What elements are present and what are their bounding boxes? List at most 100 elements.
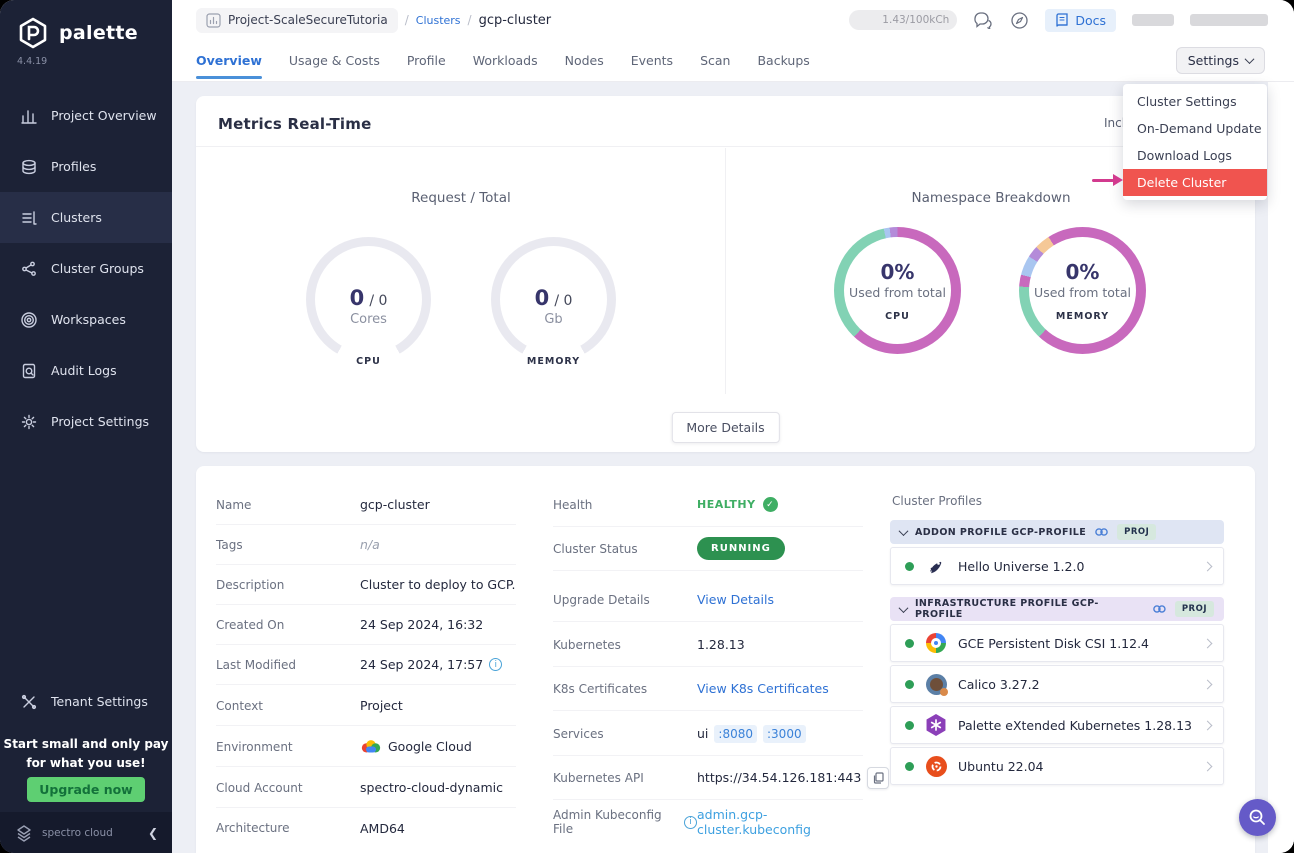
detail-label: Upgrade Details xyxy=(553,593,697,607)
tab-nodes[interactable]: Nodes xyxy=(565,42,604,79)
metrics-title: Metrics Real-Time xyxy=(196,96,1255,133)
detail-value: 24 Sep 2024, 17:57 xyxy=(360,657,483,672)
menu-item-download-logs[interactable]: Download Logs xyxy=(1123,142,1267,169)
tab-backups[interactable]: Backups xyxy=(757,42,809,79)
pxk-icon xyxy=(925,714,947,736)
tab-workloads[interactable]: Workloads xyxy=(473,42,538,79)
running-status-badge: RUNNING xyxy=(697,537,785,560)
pack-name: GCE Persistent Disk CSI 1.12.4 xyxy=(958,636,1193,651)
user-avatar-redacted[interactable] xyxy=(1132,14,1174,26)
detail-label: Kubernetes xyxy=(553,638,697,652)
chevron-right-icon xyxy=(1203,561,1213,571)
detail-label: Services xyxy=(553,727,697,741)
chevron-down-icon xyxy=(899,526,909,536)
sidebar-item-workspaces[interactable]: Workspaces xyxy=(0,294,172,345)
memory-donut-caption: MEMORY xyxy=(1056,311,1109,322)
sidebar-item-cluster-groups[interactable]: Cluster Groups xyxy=(0,243,172,294)
detail-label: Name xyxy=(216,498,360,512)
copy-icon[interactable] xyxy=(867,767,889,789)
explore-compass-icon[interactable] xyxy=(1009,10,1029,30)
workspaces-icon xyxy=(20,311,38,329)
google-cloud-icon xyxy=(360,739,382,754)
link-icon[interactable] xyxy=(1152,604,1167,614)
memory-used-label: Used from total xyxy=(1034,285,1131,300)
more-details-button[interactable]: More Details xyxy=(671,412,779,443)
docs-label: Docs xyxy=(1075,13,1106,28)
infrastructure-profile-header[interactable]: INFRASTRUCTURE PROFILE GCP-PROFILE PROJ xyxy=(890,597,1224,621)
tab-events[interactable]: Events xyxy=(631,42,673,79)
chat-icon[interactable] xyxy=(973,10,993,30)
pack-row-ubuntu[interactable]: Ubuntu 22.04 xyxy=(890,747,1224,785)
detail-value: Cluster to deploy to GCP. xyxy=(360,577,515,592)
link-icon[interactable] xyxy=(1094,527,1109,537)
detail-label: Admin Kubeconfig File xyxy=(553,808,679,836)
breadcrumb-clusters-link[interactable]: Clusters xyxy=(416,14,461,27)
tab-profile[interactable]: Profile xyxy=(407,42,446,79)
memory-request-total: / 0 xyxy=(554,293,572,309)
pack-row-palette-extended-kubernetes[interactable]: Palette eXtended Kubernetes 1.28.13 xyxy=(890,706,1224,744)
pack-row-hello-universe[interactable]: Hello Universe 1.2.0 xyxy=(890,547,1224,585)
view-k8s-certificates-link[interactable]: View K8s Certificates xyxy=(697,681,829,696)
sidebar-item-project-overview[interactable]: Project Overview xyxy=(0,90,172,141)
namespace-memory-donut: 0% Used from total MEMORY xyxy=(1019,227,1146,354)
sidebar-item-label: Cluster Groups xyxy=(51,261,144,276)
promo-line2: for what you use! xyxy=(0,754,172,773)
annotation-arrow xyxy=(1092,174,1123,186)
detail-row-name: Name gcp-cluster xyxy=(216,485,516,525)
status-row-kubernetes: Kubernetes 1.28.13 xyxy=(553,623,863,667)
info-icon[interactable]: i xyxy=(489,658,502,671)
settings-dropdown-button[interactable]: Settings xyxy=(1176,47,1265,74)
detail-row-description: Description Cluster to deploy to GCP. xyxy=(216,565,516,605)
detail-value: AMD64 xyxy=(360,821,405,836)
tab-scan[interactable]: Scan xyxy=(700,42,730,79)
cpu-donut-caption: CPU xyxy=(885,311,910,322)
detail-value: n/a xyxy=(360,537,380,552)
help-search-fab[interactable] xyxy=(1239,799,1276,836)
sidebar-item-audit-logs[interactable]: Audit Logs xyxy=(0,345,172,396)
sidebar-item-profiles[interactable]: Profiles xyxy=(0,141,172,192)
view-details-link[interactable]: View Details xyxy=(697,592,774,607)
menu-item-cluster-settings[interactable]: Cluster Settings xyxy=(1123,88,1267,115)
scope-badge: PROJ xyxy=(1175,601,1214,617)
cluster-profiles-title: Cluster Profiles xyxy=(892,494,1224,508)
pack-status-dot xyxy=(905,721,914,730)
addon-profile-header[interactable]: ADDON PROFILE GCP-PROFILE PROJ xyxy=(890,520,1224,544)
pack-row-gce-disk-csi[interactable]: GCE Persistent Disk CSI 1.12.4 xyxy=(890,624,1224,662)
sidebar-item-tenant-settings[interactable]: Tenant Settings xyxy=(0,676,172,727)
upgrade-now-button[interactable]: Upgrade now xyxy=(27,777,145,802)
docs-button[interactable]: Docs xyxy=(1045,9,1116,32)
namespace-breakdown-title: Namespace Breakdown xyxy=(836,190,1146,206)
kubeconfig-download-link[interactable]: admin.gcp-cluster.kubeconfig xyxy=(697,807,863,837)
upgrade-promo: Start small and only pay for what you us… xyxy=(0,735,172,772)
service-port-link[interactable]: :3000 xyxy=(763,725,806,743)
detail-label: Cluster Status xyxy=(553,542,697,556)
pack-name: Calico 3.27.2 xyxy=(958,677,1193,692)
detail-label: K8s Certificates xyxy=(553,682,697,696)
service-port-link[interactable]: :8080 xyxy=(714,725,757,743)
info-icon[interactable]: i xyxy=(684,816,697,829)
breadcrumb-project-pill[interactable]: Project-ScaleSecureTutoria xyxy=(196,8,398,33)
menu-item-on-demand-update[interactable]: On-Demand Update xyxy=(1123,115,1267,142)
detail-row-last-modified: Last Modified 24 Sep 2024, 17:57i xyxy=(216,645,516,685)
magnifier-smile-icon xyxy=(1248,808,1267,827)
status-row-admin-kubeconfig: Admin Kubeconfig File i admin.gcp-cluste… xyxy=(553,800,863,844)
sidebar-nav: Project Overview Profiles Clusters Clust… xyxy=(0,90,172,447)
sidebar-item-clusters[interactable]: Clusters xyxy=(0,192,172,243)
chevron-right-icon xyxy=(1203,638,1213,648)
detail-row-environment: Environment Google Cloud xyxy=(216,727,516,767)
sidebar-item-project-settings[interactable]: Project Settings xyxy=(0,396,172,447)
cpu-request-gauge: 0 / 0 Cores CPU xyxy=(306,237,431,362)
tab-overview[interactable]: Overview xyxy=(196,42,262,79)
detail-value: Google Cloud xyxy=(388,739,472,754)
detail-value: 24 Sep 2024, 16:32 xyxy=(360,617,483,632)
chevron-right-icon xyxy=(1203,679,1213,689)
app-window: palette 4.4.19 Project Overview Profiles xyxy=(0,0,1294,853)
tab-usage-costs[interactable]: Usage & Costs xyxy=(289,42,380,79)
detail-label: Health xyxy=(553,498,697,512)
user-name-redacted xyxy=(1190,14,1268,26)
pack-row-calico[interactable]: Calico 3.27.2 xyxy=(890,665,1224,703)
sidebar-collapse-chevron[interactable]: ❮ xyxy=(148,826,158,840)
menu-item-delete-cluster[interactable]: Delete Cluster xyxy=(1123,169,1267,196)
credits-pill: 1.43/100kCh xyxy=(849,10,957,30)
scroll-gutter xyxy=(1268,82,1294,853)
